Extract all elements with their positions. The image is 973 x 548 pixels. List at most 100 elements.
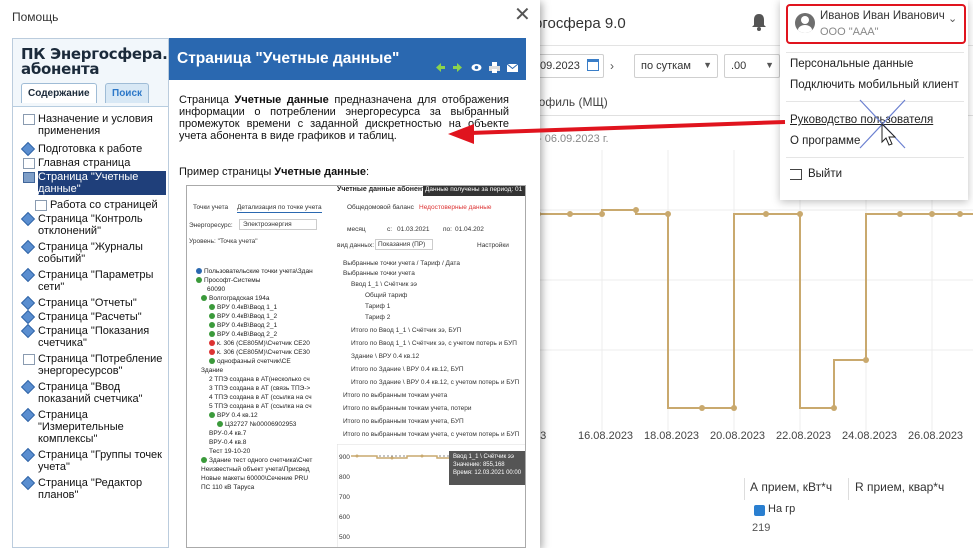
tooltip-line: Время: 12.03.2021 00:00 — [453, 470, 522, 476]
row-value: 219 — [752, 522, 771, 534]
table-row: Итого по Ввод 1_1 \ Счётчик ээ, с учетом… — [351, 340, 517, 347]
shot-from: 01.03.2021 — [397, 226, 430, 233]
tree-row: однофазный счетчик\СЕ — [209, 358, 291, 365]
table-row: Итого по Ввод 1_1 \ Счётчик ээ, БУП — [351, 327, 462, 334]
tree-row: ВРУ 0.4кВ\Ввод 1_1 — [209, 304, 277, 311]
back-arrow-icon[interactable] — [435, 62, 446, 73]
tree-row: Прософт-Системы — [196, 277, 260, 284]
date-input[interactable]: .09.2023 — [530, 54, 604, 78]
table-row: Итого по выбранным точкам учета, с учето… — [343, 431, 520, 438]
para-text: Страница — [179, 94, 235, 106]
column-a-header[interactable]: А прием, кВт*ч — [750, 480, 832, 494]
y-tick: 600 — [339, 514, 350, 521]
shot-resource-label: Энергоресурс: — [189, 222, 233, 229]
x-label: 20.08.2023 — [710, 430, 766, 442]
column-divider — [744, 478, 745, 500]
menu-divider — [786, 101, 964, 102]
table-row: Выбранные точки учета — [343, 270, 415, 277]
book-closed-icon — [20, 309, 36, 325]
table-row: Тариф 2 — [365, 314, 391, 321]
chevron-down-icon: ▼ — [703, 60, 712, 70]
x-axis-labels: 23 16.08.2023 18.08.2023 20.08.2023 22.0… — [520, 430, 973, 446]
book-closed-icon — [20, 295, 36, 311]
user-org: ООО "ААА" — [820, 26, 879, 38]
close-icon[interactable]: ✕ — [514, 4, 531, 26]
caption-bold: Учетные данные — [274, 166, 366, 178]
hide-icon[interactable] — [471, 62, 482, 73]
book-closed-icon — [20, 447, 36, 463]
chevron-down-icon: ▼ — [765, 60, 774, 70]
shot-tab: Детализация по точке учета — [237, 204, 322, 213]
tree-row: Здание тест одного счетчика\Счет — [201, 457, 312, 464]
tree-row: Пользовательские точки учета\Здан — [196, 268, 313, 275]
calendar-icon[interactable] — [587, 59, 599, 71]
tab-contents[interactable]: Содержание — [21, 83, 97, 103]
para-bold: Учетные данные — [234, 94, 329, 106]
tree-row: 2 ТПЭ создана в АТ(несколько сч — [209, 376, 310, 383]
menu-divider — [786, 157, 964, 158]
help-title: Помощь — [12, 10, 59, 24]
user-name: Иванов Иван Иванович — [820, 10, 945, 22]
caption-text: Пример страницы — [179, 166, 275, 178]
tooltip-line: Значение: 855,168 — [453, 462, 505, 468]
shot-tooltip: Ввод 1_1 \ Счётчик ээ Значение: 855,168 … — [449, 451, 525, 485]
y-tick: 700 — [339, 494, 350, 501]
forward-arrow-icon[interactable] — [452, 62, 463, 73]
period-select[interactable]: по суткам ▼ — [634, 54, 718, 78]
tree-row: 4 ТПЭ создана в АТ (ссылка на сч — [209, 394, 312, 401]
mail-icon[interactable] — [507, 62, 518, 73]
bell-icon[interactable] — [750, 12, 768, 32]
shot-view: Показания (ПР) — [378, 241, 426, 248]
menu-user-guide[interactable]: Руководство пользователя — [790, 114, 933, 126]
menu-about[interactable]: О программе — [790, 135, 860, 147]
x-label: 18.08.2023 — [644, 430, 700, 442]
example-screenshot: Учетные данные абонента Данные получены … — [186, 185, 526, 548]
column-r-header[interactable]: R прием, квар*ч — [855, 480, 944, 494]
time-select[interactable]: .00 ▼ — [724, 54, 780, 78]
shot-tab: Общедомовой баланс — [347, 204, 414, 211]
tree-row: Тест 19-10-20 — [209, 448, 251, 455]
chevron-down-icon: ⌄ — [948, 13, 958, 25]
tree-row: Неизвестный объект учета\Присвед — [201, 466, 310, 473]
tree-row: к. 306 (СЕ805М)\Счетчик СЕ20 — [209, 340, 310, 347]
date-range: - 06.09.2023 г. — [538, 133, 609, 145]
x-label: 24.08.2023 — [842, 430, 898, 442]
tree-row: Ц32727 №00006902953 — [217, 421, 296, 428]
help-content-panel: Страница "Учетные данные" Страница Учетн… — [169, 38, 526, 548]
table-row: Итого по выбранным точкам учета, БУП — [343, 418, 464, 425]
tree-row: 3 ТПЭ создана в АТ (связь ТПЭ-> — [209, 385, 311, 392]
tree-row: Здание — [201, 367, 224, 374]
menu-connect-mobile[interactable]: Подключить мобильный клиент — [790, 79, 959, 91]
book-closed-icon — [20, 475, 36, 491]
content-header: Страница "Учетные данные" — [169, 38, 526, 80]
shot-resource-value: Электроэнергия — [243, 221, 292, 228]
page-title: Страница "Учетные данные" — [177, 50, 400, 67]
chevron-right-icon[interactable]: › — [610, 59, 614, 73]
user-profile-button[interactable]: Иванов Иван Иванович ООО "ААА" ⌄ — [786, 4, 966, 44]
shot-header-period: Данные получены за период: 01 — [423, 186, 525, 196]
menu-logout[interactable]: Выйти — [808, 168, 842, 180]
print-icon[interactable] — [489, 62, 500, 73]
y-tick: 900 — [339, 454, 350, 461]
book-closed-icon — [20, 267, 36, 283]
x-label: 22.08.2023 — [776, 430, 832, 442]
y-tick: 500 — [339, 534, 350, 541]
row-checkbox[interactable] — [754, 505, 765, 516]
column-divider — [848, 478, 849, 500]
tree-row: ВРУ 0.4кВ\Ввод 1_2 — [209, 313, 277, 320]
book-closed-icon — [20, 323, 36, 339]
table-row: Здание \ ВРУ 0.4 кв.12 — [351, 353, 420, 360]
tree-row: ВРУ 0.4 кв.12 — [209, 412, 258, 419]
tab-search[interactable]: Поиск — [105, 83, 150, 103]
shot-month: месяц — [347, 226, 366, 233]
table-row: Итого по Здание \ ВРУ 0.4 кв.12, с учето… — [351, 379, 520, 386]
tree-row: к. 306 (СЕ805М)\Счетчик СЕ30 — [209, 349, 310, 356]
menu-personal-data[interactable]: Персональные данные — [790, 58, 913, 70]
caption-text: : — [365, 166, 370, 178]
page-icon — [23, 354, 35, 365]
example-caption: Пример страницы Учетные данные: — [179, 166, 369, 178]
tab-profile[interactable]: рофиль (МЩ) — [532, 95, 608, 109]
shot-from-label: с: — [387, 226, 393, 233]
tree-row: Новые макеты 60000\Сечение PRU — [201, 475, 309, 482]
page-icon — [35, 200, 47, 211]
